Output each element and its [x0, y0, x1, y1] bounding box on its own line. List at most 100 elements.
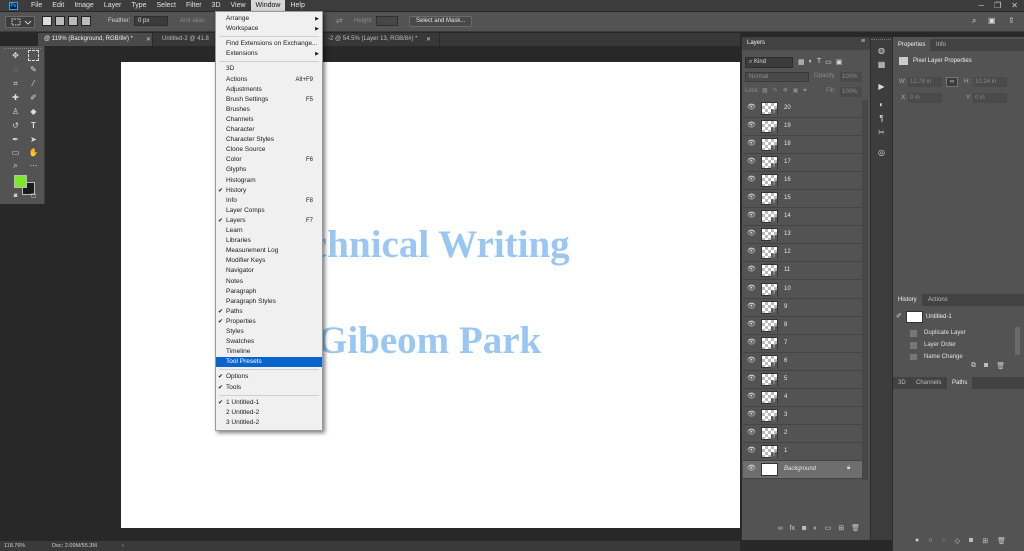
- visibility-eye-icon[interactable]: 👁︎: [747, 248, 756, 255]
- new-document-from-state-icon[interactable]: ⧉: [971, 362, 976, 370]
- tab-info[interactable]: Info: [931, 39, 951, 51]
- tab-untitled-2[interactable]: Untitled-2 @ 41.8: [156, 33, 216, 46]
- add-mask-icon[interactable]: ◙: [802, 525, 806, 532]
- restore-icon[interactable]: ❐: [994, 1, 1001, 10]
- menu-item-3-untitled-2[interactable]: 3 Untitled-2: [216, 418, 322, 428]
- filter-type-icon[interactable]: T: [817, 58, 821, 66]
- menu-item-extensions[interactable]: Extensions ▶: [216, 49, 322, 59]
- menu-filter[interactable]: Filter: [181, 0, 207, 11]
- new-selection-icon[interactable]: [42, 16, 52, 26]
- layer-name[interactable]: 8: [784, 317, 787, 334]
- delete-path-icon[interactable]: 🗑︎: [997, 537, 1006, 545]
- share-icon[interactable]: ⇪: [1008, 16, 1015, 25]
- snapshot-label[interactable]: Untitled-1: [926, 314, 952, 320]
- actions-panel-icon[interactable]: ▶: [876, 81, 887, 92]
- delete-layer-icon[interactable]: 🗑︎: [851, 524, 860, 532]
- new-path-icon[interactable]: ⊞: [982, 537, 988, 545]
- layer-name[interactable]: 7: [784, 335, 787, 352]
- link-layers-icon[interactable]: ∞: [778, 525, 783, 532]
- path-select-tool-icon[interactable]: ➤: [28, 134, 39, 145]
- menu-item-2-untitled-2[interactable]: 2 Untitled-2: [216, 408, 322, 418]
- layer-name[interactable]: 19: [784, 118, 791, 135]
- lock-icon[interactable]: 🔒︎: [847, 465, 850, 472]
- y-input[interactable]: 0 in: [973, 93, 1007, 103]
- menu-item-clone-source[interactable]: Clone Source: [216, 145, 322, 155]
- visibility-eye-icon[interactable]: 👁︎: [747, 194, 756, 201]
- move-tool-icon[interactable]: ✥: [10, 50, 21, 61]
- height-input[interactable]: [376, 16, 398, 26]
- 3d-panel-icon[interactable]: ◍: [876, 45, 887, 56]
- libraries-panel-icon[interactable]: ◎: [876, 147, 887, 158]
- layer-row[interactable]: 👁︎ T 7: [743, 335, 863, 353]
- layer-name[interactable]: 11: [784, 262, 790, 279]
- healing-brush-tool-icon[interactable]: ✚: [10, 92, 21, 103]
- new-layer-icon[interactable]: ⊞: [838, 524, 844, 532]
- menu-item-learn[interactable]: Learn: [216, 226, 322, 236]
- visibility-eye-icon[interactable]: 👁︎: [747, 375, 756, 382]
- width-input[interactable]: 12.78 in: [908, 77, 942, 87]
- layer-row[interactable]: 👁︎ T 11: [743, 262, 863, 281]
- swap-dimensions-icon[interactable]: ⇄: [336, 16, 343, 25]
- screen-mode-icon[interactable]: ▢: [28, 191, 39, 202]
- visibility-eye-icon[interactable]: 👁︎: [747, 393, 756, 400]
- filter-shape-icon[interactable]: ▭: [825, 58, 832, 66]
- visibility-eye-icon[interactable]: 👁︎: [747, 339, 756, 346]
- lock-image-icon[interactable]: ✎: [773, 87, 778, 94]
- layer-row[interactable]: 👁︎ T 3: [743, 407, 863, 425]
- visibility-eye-icon[interactable]: 👁︎: [747, 285, 756, 292]
- visibility-eye-icon[interactable]: 👁︎: [747, 158, 756, 165]
- menu-item-measurement-log[interactable]: Measurement Log: [216, 246, 322, 256]
- hand-tool-icon[interactable]: ✋: [28, 147, 39, 158]
- layer-name[interactable]: 16: [784, 172, 791, 189]
- visibility-eye-icon[interactable]: 👁︎: [747, 465, 756, 472]
- menu-item-brushes[interactable]: Brushes: [216, 105, 322, 115]
- menu-item-1-untitled-1[interactable]: ✔ 1 Untitled-1: [216, 398, 322, 408]
- tools-panel-icon[interactable]: ✂: [876, 127, 887, 138]
- menu-item-histogram[interactable]: Histogram: [216, 176, 322, 186]
- visibility-eye-icon[interactable]: 👁︎: [747, 411, 756, 418]
- new-group-icon[interactable]: ▭: [825, 524, 832, 532]
- crop-tool-icon[interactable]: ⌗: [10, 78, 21, 89]
- x-input[interactable]: 0 in: [908, 93, 942, 103]
- visibility-eye-icon[interactable]: 👁︎: [747, 140, 756, 147]
- layer-row[interactable]: 👁︎ T 1: [743, 443, 863, 461]
- layer-row[interactable]: 👁︎ T 18: [743, 136, 863, 155]
- layer-name[interactable]: 4: [784, 389, 787, 406]
- history-state[interactable]: Duplicate Layer: [893, 328, 1013, 339]
- menu-item-info[interactable]: Info F8: [216, 196, 322, 206]
- tab-untitled-2b[interactable]: -2 @ 54.5% (Layer 13, RGB/8#) *: [322, 33, 440, 46]
- foreground-color-swatch-top[interactable]: [14, 175, 27, 188]
- photoshop-logo-icon[interactable]: Ps: [9, 1, 18, 10]
- menu-item-channels[interactable]: Channels: [216, 115, 322, 125]
- history-scrollbar[interactable]: [1015, 327, 1020, 355]
- visibility-eye-icon[interactable]: 👁︎: [747, 303, 756, 310]
- visibility-eye-icon[interactable]: 👁︎: [747, 266, 756, 273]
- tab-untitled-1[interactable]: @ 119% (Background, RGB/8#) *: [38, 33, 153, 46]
- adjustments-panel-icon[interactable]: ◐: [876, 99, 887, 110]
- layer-row[interactable]: 👁︎ T 10: [743, 281, 863, 299]
- height-input[interactable]: 10.24 in: [973, 77, 1007, 87]
- menu-item-color[interactable]: Color F6: [216, 155, 322, 165]
- workspace-icon[interactable]: ▣: [988, 16, 996, 25]
- search-icon[interactable]: ⌕: [972, 16, 976, 26]
- more-tools-icon[interactable]: ⋯: [28, 160, 39, 171]
- menu-item-brush-settings[interactable]: Brush Settings F5: [216, 95, 322, 105]
- visibility-eye-icon[interactable]: 👁︎: [747, 230, 756, 237]
- history-state[interactable]: Layer Order: [893, 340, 1013, 351]
- layer-row[interactable]: 👁︎ T 16: [743, 172, 863, 191]
- visibility-eye-icon[interactable]: 👁︎: [747, 447, 756, 454]
- history-brush-source-icon[interactable]: ✐: [896, 312, 902, 320]
- layer-name[interactable]: 15: [784, 190, 791, 207]
- tab-actions[interactable]: Actions: [923, 294, 953, 306]
- layers-scrollbar[interactable]: [862, 100, 868, 480]
- eraser-tool-icon[interactable]: ◆: [28, 106, 39, 117]
- fill-input[interactable]: 100%: [840, 87, 862, 97]
- visibility-eye-icon[interactable]: 👁︎: [747, 321, 756, 328]
- menu-item-find-extensions-on-exchange[interactable]: Find Extensions on Exchange...: [216, 39, 322, 49]
- close-tab-icon[interactable]: ✕: [146, 36, 151, 43]
- link-dimensions-icon[interactable]: ∞: [946, 77, 958, 87]
- fill-path-icon[interactable]: ●: [915, 537, 919, 545]
- close-tab-icon[interactable]: ✕: [426, 36, 431, 43]
- pen-tool-icon[interactable]: ✒: [10, 134, 21, 145]
- lock-position-icon[interactable]: ✥: [783, 87, 788, 94]
